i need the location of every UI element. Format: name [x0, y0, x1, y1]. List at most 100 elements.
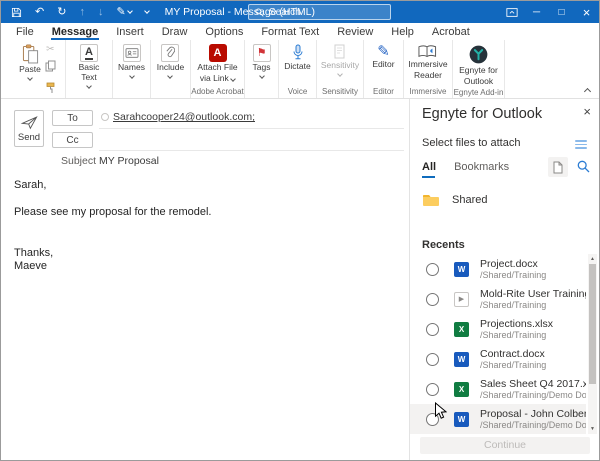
radio-button[interactable] — [426, 353, 439, 366]
file-row[interactable]: W Contract.docx/Shared/Training — [410, 344, 586, 374]
tab-acrobat[interactable]: Acrobat — [423, 23, 479, 40]
panel-title: Egnyte for Outlook — [422, 106, 542, 122]
basic-text-icon: A — [80, 44, 98, 62]
file-path: /Shared/Training — [480, 330, 553, 340]
menu-icon[interactable] — [575, 140, 587, 149]
panel-search-button[interactable] — [577, 160, 590, 178]
compose-pane: Send To Cc Sarahcooper24@outlook.com; Su… — [1, 99, 410, 460]
to-recipient-chip[interactable]: Sarahcooper24@outlook.com; — [101, 111, 255, 123]
cc-field-underline — [99, 150, 404, 151]
file-row[interactable]: W Project.docx/Shared/Training — [410, 254, 586, 284]
names-button[interactable]: Names — [116, 43, 147, 79]
editor-button[interactable]: ✎ Editor — [370, 43, 396, 71]
format-painter-button[interactable] — [45, 81, 56, 99]
ribbon-tab-row: File Message Insert Draw Options Format … — [1, 23, 599, 40]
pen-icon: ✎ — [116, 7, 125, 18]
file-row[interactable]: X Sales Sheet Q4 2017.xlsx/Shared/Traini… — [410, 374, 586, 404]
paperclip-icon — [161, 44, 179, 62]
tab-options[interactable]: Options — [196, 23, 252, 40]
file-name: Projections.xlsx — [480, 318, 553, 330]
close-button[interactable]: × — [574, 1, 599, 23]
dictate-button[interactable]: Dictate — [282, 43, 312, 73]
tab-help[interactable]: Help — [382, 23, 423, 40]
scroll-up-icon[interactable]: ▲ — [590, 254, 595, 264]
acrobat-icon: A — [209, 44, 227, 62]
video-file-icon: ▶ — [454, 292, 469, 307]
save-icon[interactable] — [11, 7, 22, 18]
scrollbar-thumb[interactable] — [589, 264, 596, 384]
include-button[interactable]: Include — [155, 43, 186, 79]
tab-format-text[interactable]: Format Text — [252, 23, 328, 40]
paste-button[interactable]: Paste — [17, 43, 43, 81]
send-plane-icon — [20, 115, 39, 130]
tab-review[interactable]: Review — [328, 23, 382, 40]
scrollbar[interactable]: ▲ ▼ — [588, 254, 597, 434]
redo-icon[interactable]: ↻ — [57, 7, 66, 18]
cut-button[interactable]: ✂ — [46, 45, 54, 55]
scroll-down-icon[interactable]: ▼ — [590, 424, 595, 434]
file-row[interactable]: ▶ Mold-Rite User Training.mp4/Shared/Tra… — [410, 284, 586, 314]
continue-button[interactable]: Continue — [420, 437, 590, 454]
subject-field[interactable]: MY Proposal — [99, 155, 159, 167]
ribbon-group-tags: ⚑ Tags — [245, 40, 279, 98]
minimize-button[interactable]: ─ — [524, 1, 549, 23]
tab-all[interactable]: All — [422, 161, 436, 173]
undo-icon[interactable]: ↶ — [35, 7, 44, 18]
recipient-address[interactable]: Sarahcooper24@outlook.com; — [113, 111, 255, 123]
outlook-message-window: ↶ ↻ ↑ ↓ ✎ MY Proposal - Message (HTML) S… — [0, 0, 600, 461]
file-path: /Shared/Training — [480, 360, 546, 370]
to-field-underline — [99, 128, 404, 129]
tab-bookmarks[interactable]: Bookmarks — [454, 161, 509, 173]
collapse-ribbon-button[interactable] — [584, 88, 591, 95]
folder-icon — [422, 193, 440, 207]
egnyte-for-outlook-button[interactable]: Egnyte for Outlook — [457, 43, 500, 88]
radio-button[interactable] — [426, 383, 439, 396]
radio-button[interactable] — [426, 293, 439, 306]
attach-file-via-link-button[interactable]: A Attach File via Link — [195, 43, 239, 85]
file-row[interactable]: X Projections.xlsx/Shared/Training — [410, 314, 586, 344]
move-down-icon[interactable]: ↓ — [98, 7, 104, 18]
panel-close-button[interactable]: × — [583, 105, 591, 118]
tab-insert[interactable]: Insert — [107, 23, 153, 40]
basic-text-button[interactable]: A Basic Text — [72, 43, 106, 89]
book-icon — [418, 44, 437, 59]
ribbon-group-editor: ✎ Editor Editor — [364, 40, 404, 98]
ribbon-group-immersive: Immersive Reader Immersive — [404, 40, 453, 98]
immersive-reader-button[interactable]: Immersive Reader — [406, 43, 449, 82]
new-document-button[interactable] — [548, 157, 568, 177]
copy-button[interactable] — [45, 59, 56, 77]
folder-item-shared[interactable]: Shared — [422, 189, 487, 211]
quick-access-toolbar: ↶ ↻ ↑ ↓ ✎ — [1, 7, 149, 18]
tab-draw[interactable]: Draw — [153, 23, 197, 40]
send-button[interactable]: Send — [14, 110, 44, 147]
ribbon-display-options-button[interactable] — [499, 1, 524, 23]
chevron-down-icon — [168, 73, 174, 79]
search-input[interactable]: Search — [248, 4, 391, 20]
radio-button[interactable] — [426, 323, 439, 336]
customize-qat-button[interactable] — [145, 9, 149, 15]
file-path: /Shared/Training/Demo Docs — [480, 420, 586, 430]
window-controls: ─ □ × — [499, 1, 599, 23]
tab-message[interactable]: Message — [43, 23, 107, 40]
folder-label: Shared — [452, 194, 487, 206]
cc-button[interactable]: Cc — [52, 132, 93, 148]
message-body-editor[interactable]: Sarah, Please see my proposal for the re… — [14, 179, 399, 274]
file-name: Sales Sheet Q4 2017.xlsx — [480, 378, 586, 390]
tab-file[interactable]: File — [7, 23, 43, 40]
tags-button[interactable]: ⚑ Tags — [251, 43, 273, 79]
egnyte-icon — [468, 44, 489, 65]
radio-button[interactable] — [426, 263, 439, 276]
file-path: /Shared/Training — [480, 270, 546, 280]
move-up-icon[interactable]: ↑ — [79, 7, 85, 18]
file-name: Mold-Rite User Training.mp4 — [480, 288, 586, 300]
ink-mode-icon[interactable]: ✎ — [116, 7, 131, 18]
panel-tabs: All Bookmarks — [422, 161, 509, 173]
titlebar: ↶ ↻ ↑ ↓ ✎ MY Proposal - Message (HTML) S… — [1, 1, 599, 23]
to-button[interactable]: To — [52, 110, 93, 126]
chevron-down-icon — [259, 73, 265, 79]
maximize-button[interactable]: □ — [549, 1, 574, 23]
sensitivity-button[interactable]: Sensitivity — [319, 43, 361, 77]
recents-header: Recents — [422, 239, 465, 251]
search-icon — [577, 160, 590, 173]
ribbon: Paste ✂ Clipboard ↘ — [1, 40, 599, 99]
